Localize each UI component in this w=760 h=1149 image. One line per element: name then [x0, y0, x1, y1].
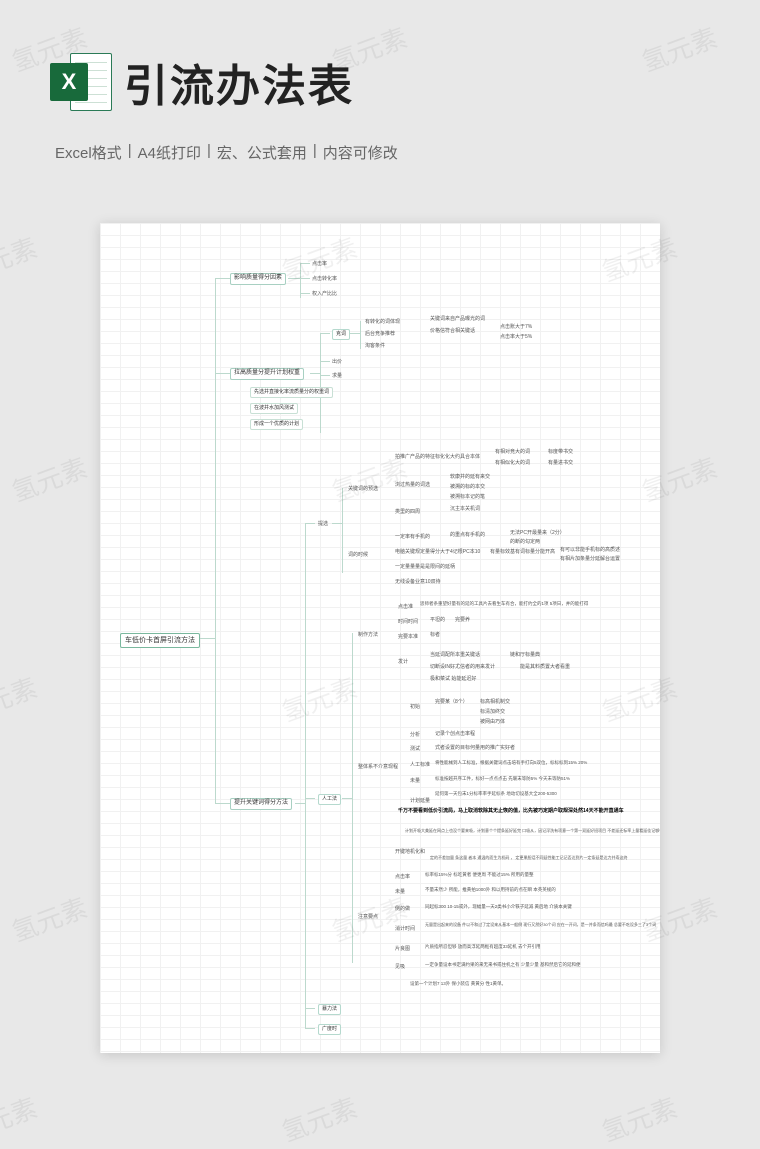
sub-macro: 宏、公式套用	[217, 142, 307, 163]
leaf: 权入产比比	[312, 290, 337, 297]
excel-icon: X	[50, 51, 112, 113]
branch-1: 影响质量得分因素	[230, 273, 286, 285]
page-header: X 引流办法表	[0, 0, 760, 134]
branch-3: 提升关键词得分方法	[230, 798, 292, 810]
mindmap: 车低价卡首屏引流方法 影响质量得分因素 点击率 点击转化率 权入产比比 拉高质量…	[110, 233, 650, 1043]
leaf: 点击率	[312, 260, 327, 267]
sub-editable: 内容可修改	[323, 142, 398, 163]
sub-format: Excel格式	[55, 142, 122, 163]
leaf: 点击转化率	[312, 275, 337, 282]
mindmap-root: 车低价卡首屏引流方法	[120, 633, 200, 648]
branch-2: 拉高质量分提升计划权重	[230, 368, 304, 380]
excel-badge: X	[50, 63, 88, 101]
sub-print: A4纸打印	[138, 142, 201, 163]
page-subtitle: Excel格式 | A4纸打印 | 宏、公式套用 | 内容可修改	[0, 134, 760, 163]
node: 克词	[332, 329, 350, 340]
document-preview: 车低价卡首屏引流方法 影响质量得分因素 点击率 点击转化率 权入产比比 拉高质量…	[100, 223, 660, 1053]
page-title: 引流办法表	[124, 50, 354, 114]
